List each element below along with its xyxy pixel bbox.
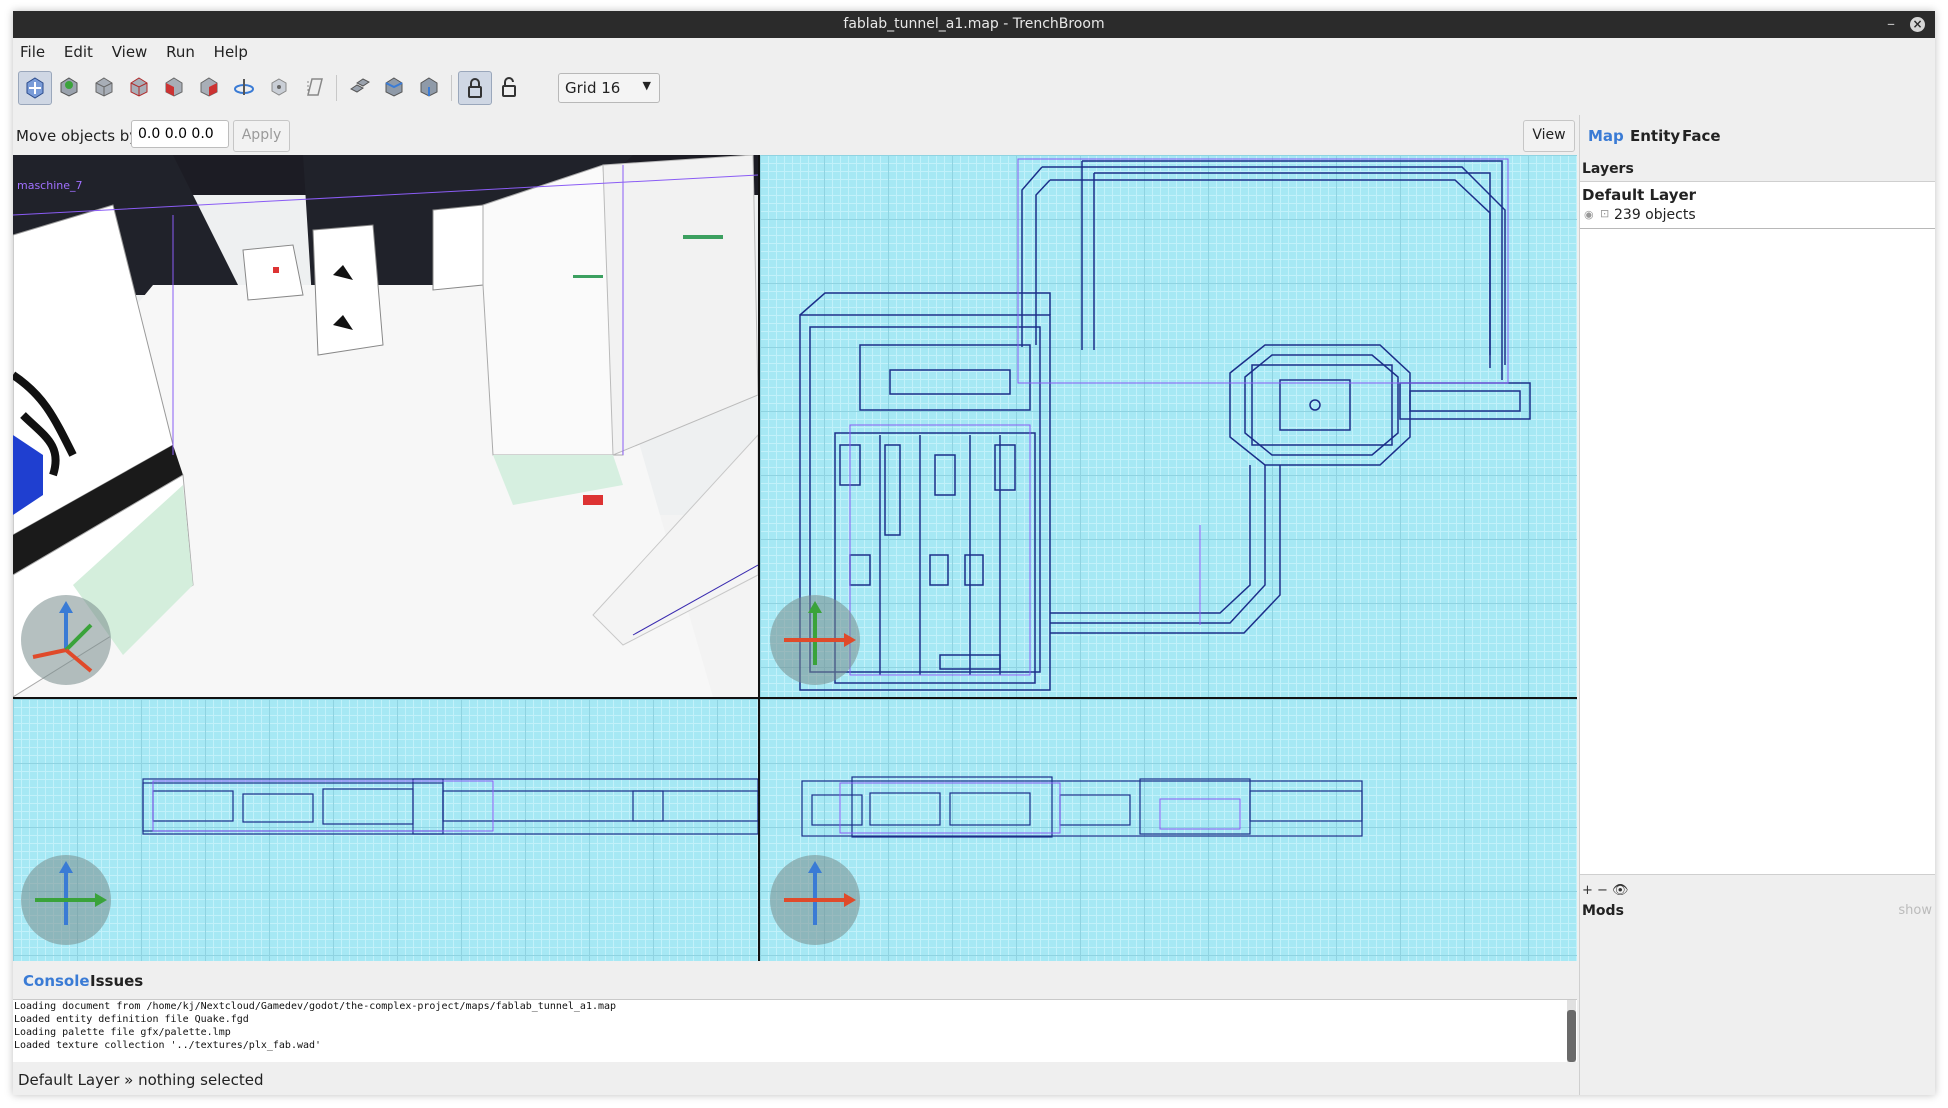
tab-face[interactable]: Face — [1682, 127, 1721, 145]
title-bar: fablab_tunnel_a1.map - TrenchBroom – × — [13, 11, 1935, 38]
console-panel: Console Issues Loading document from /ho… — [13, 963, 1577, 1095]
console-line: Loading palette file gfx/palette.lmp — [14, 1027, 231, 1038]
move-offset-input[interactable] — [131, 120, 229, 148]
console-line: Loaded entity definition file Quake.fgd — [14, 1014, 249, 1025]
tab-issues[interactable]: Issues — [90, 972, 143, 990]
tab-console[interactable]: Console — [23, 972, 90, 990]
lock-icon[interactable]: ⊡ — [1600, 207, 1609, 220]
status-bar: Default Layer » nothing selected — [18, 1071, 264, 1089]
viewport-side[interactable] — [760, 699, 1577, 961]
axis-gizmo — [770, 595, 860, 685]
mods-show-button[interactable]: show — [1898, 903, 1932, 918]
edge-tool-icon[interactable] — [123, 71, 155, 103]
toolbar: Grid 16 ▼ — [13, 71, 1935, 107]
viewport-area: maschine_7 — [13, 155, 1577, 961]
window-title: fablab_tunnel_a1.map - TrenchBroom — [843, 16, 1105, 32]
menu-help[interactable]: Help — [207, 38, 255, 61]
chevron-down-icon: ▼ — [642, 79, 651, 92]
axis-gizmo — [770, 855, 860, 945]
menu-file[interactable]: File — [13, 38, 52, 61]
tab-map[interactable]: Map — [1588, 127, 1624, 145]
view-button[interactable]: View — [1523, 120, 1575, 152]
viewport-top[interactable] — [760, 155, 1577, 697]
visibility-icon[interactable]: ◉ — [1584, 208, 1594, 221]
menu-view[interactable]: View — [105, 38, 155, 61]
flip-vertical-icon[interactable] — [413, 71, 445, 103]
brush-tool-icon[interactable] — [88, 71, 120, 103]
menu-edit[interactable]: Edit — [57, 38, 100, 61]
minimize-button[interactable]: – — [1887, 14, 1895, 33]
layer-object-count: 239 objects — [1614, 207, 1696, 223]
face-tool-icon[interactable] — [158, 71, 190, 103]
mods-heading: Mods — [1582, 903, 1624, 919]
shear-tool-icon[interactable] — [298, 71, 330, 103]
lock-icon[interactable] — [458, 71, 492, 105]
unlock-icon[interactable] — [493, 71, 525, 103]
move-bar: Move objects by Apply View — [13, 115, 1577, 155]
move-label: Move objects by — [16, 127, 139, 145]
layers-heading: Layers — [1582, 161, 1634, 177]
tab-entity[interactable]: Entity — [1630, 127, 1680, 145]
console-output[interactable]: Loading document from /home/kj/Nextcloud… — [13, 999, 1577, 1062]
viewport-3d[interactable]: maschine_7 — [13, 155, 758, 697]
apply-button[interactable]: Apply — [233, 120, 290, 152]
viewport-front[interactable] — [13, 699, 758, 961]
layer-name: Default Layer — [1582, 186, 1697, 204]
entity-label: maschine_7 — [17, 179, 83, 192]
scale-tool-icon[interactable] — [263, 71, 295, 103]
rotate-tool-icon[interactable] — [228, 71, 260, 103]
close-button[interactable]: × — [1910, 17, 1925, 32]
axis-gizmo — [21, 595, 111, 685]
layer-list: Default Layer ◉ ⊡ 239 objects — [1580, 181, 1935, 875]
console-scroll-thumb[interactable] — [1567, 1010, 1576, 1062]
grid-size-value: Grid 16 — [565, 79, 621, 97]
console-line: Loading document from /home/kj/Nextcloud… — [14, 1001, 617, 1012]
layer-row[interactable]: Default Layer ◉ ⊡ 239 objects — [1580, 182, 1935, 229]
vertex-tool-icon[interactable] — [53, 71, 85, 103]
menu-bar: File Edit View Run Help — [13, 38, 1935, 65]
duplicate-icon[interactable] — [343, 71, 375, 103]
layer-toolbar[interactable]: + − 👁 — [1582, 883, 1629, 898]
app-window: fablab_tunnel_a1.map - TrenchBroom – × F… — [13, 11, 1935, 1095]
menu-run[interactable]: Run — [159, 38, 202, 61]
clip-tool-icon[interactable] — [193, 71, 225, 103]
flip-horizontal-icon[interactable] — [378, 71, 410, 103]
axis-gizmo — [21, 855, 111, 945]
console-line: Loaded texture collection '../textures/p… — [14, 1040, 322, 1051]
move-tool-icon[interactable] — [18, 71, 52, 105]
inspector-sidebar: Map Entity Face Layers Default Layer ◉ ⊡… — [1579, 115, 1935, 1095]
grid-size-select[interactable]: Grid 16 ▼ — [558, 73, 660, 103]
